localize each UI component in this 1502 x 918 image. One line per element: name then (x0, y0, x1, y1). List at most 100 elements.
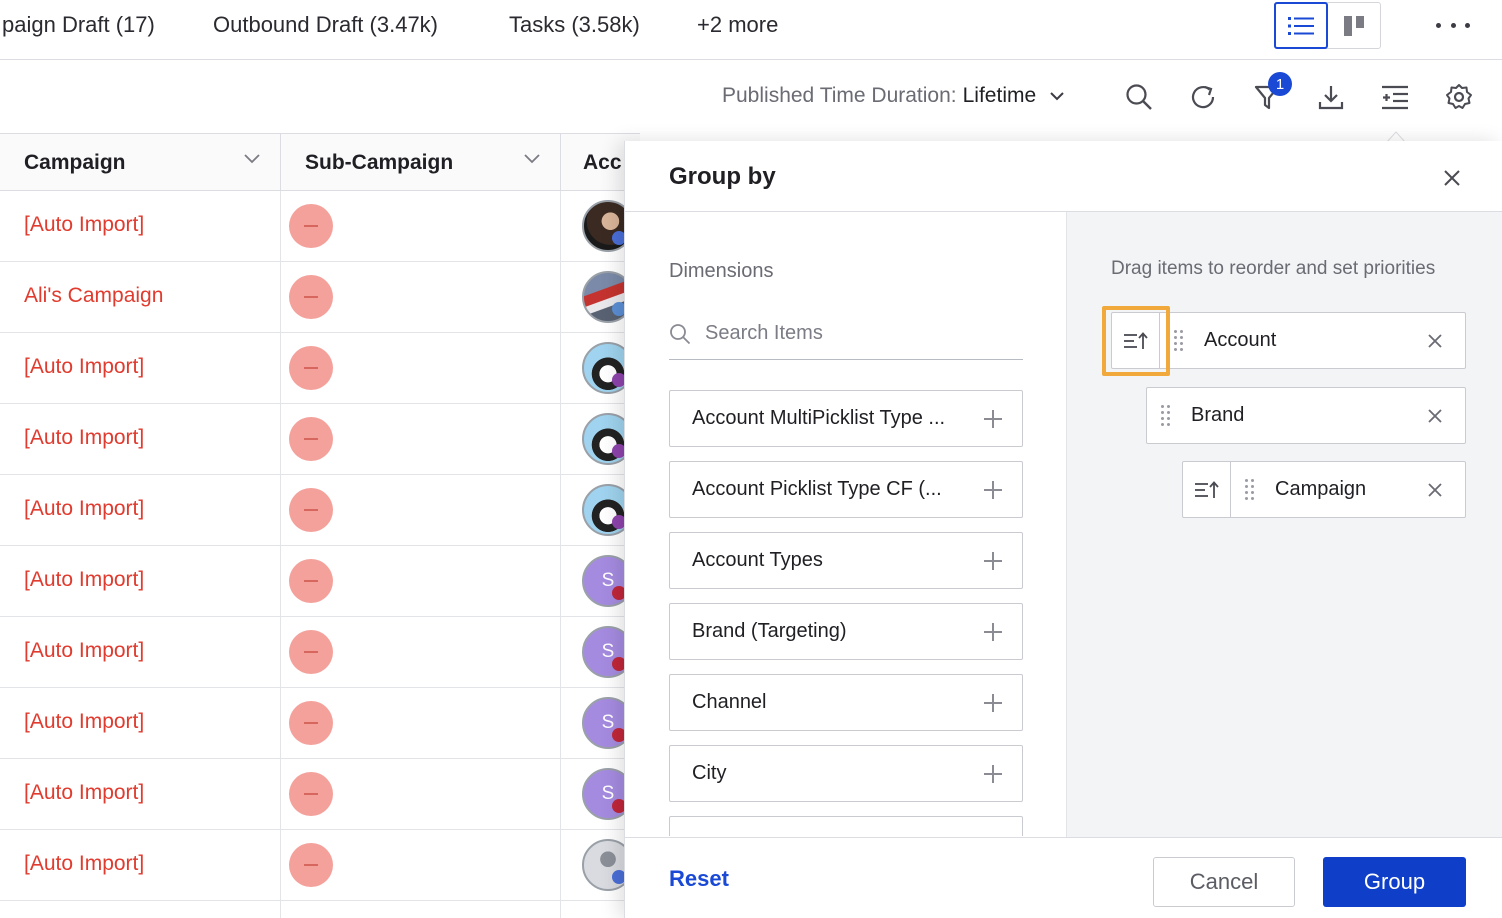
table-row[interactable]: [Auto Import] (0, 333, 640, 404)
kanban-view-button[interactable] (1328, 3, 1380, 48)
search-input[interactable]: Search Items (669, 308, 1023, 360)
group-by-icon[interactable] (1379, 81, 1411, 113)
table-row[interactable]: [Auto Import] (0, 191, 640, 262)
sort-ascending-icon[interactable] (1183, 462, 1231, 517)
plus-icon[interactable] (984, 693, 1002, 712)
group-item-label: Brand (1191, 404, 1245, 426)
plus-icon[interactable] (984, 480, 1002, 499)
plus-icon[interactable] (984, 551, 1002, 570)
table-row[interactable]: [Auto Import] S (0, 617, 640, 688)
remove-icon[interactable] (1425, 406, 1445, 426)
tab-campaign-draft[interactable]: paign Draft (17) (2, 12, 155, 38)
tab-tasks[interactable]: Tasks (3.58k) (509, 12, 640, 38)
sub-campaign-empty-pill (289, 488, 333, 532)
cancel-button[interactable]: Cancel (1153, 857, 1295, 907)
remove-icon[interactable] (1425, 331, 1445, 351)
dimension-item[interactable]: Account Types (669, 532, 1023, 589)
filter-count-badge: 1 (1268, 72, 1292, 96)
campaign-link[interactable]: [Auto Import] (24, 639, 144, 663)
dimensions-pane: Dimensions Search Items Account MultiPic… (625, 212, 1066, 837)
kanban-icon (1343, 15, 1364, 36)
tab-outbound-draft[interactable]: Outbound Draft (3.47k) (213, 12, 438, 38)
campaign-link[interactable]: [Auto Import] (24, 213, 144, 237)
panel-footer: Reset Cancel Group (625, 837, 1502, 918)
dimension-item[interactable]: Account MultiPicklist Type ... (669, 390, 1023, 447)
settings-icon[interactable] (1443, 81, 1475, 113)
sub-campaign-empty-pill (289, 701, 333, 745)
duration-dropdown[interactable]: Published Time Duration: Lifetime (722, 84, 1064, 108)
dimension-item[interactable]: Channel (669, 674, 1023, 731)
campaign-link[interactable]: Ali's Campaign (24, 284, 163, 308)
table-header: Campaign Sub-Campaign Acc (0, 133, 640, 191)
sub-campaign-empty-pill (289, 843, 333, 887)
refresh-icon[interactable] (1187, 81, 1219, 113)
table-row[interactable]: [Auto Import] (0, 404, 640, 475)
campaign-link[interactable]: [Auto Import] (24, 497, 144, 521)
drag-handle-icon[interactable] (1161, 404, 1171, 427)
campaign-link[interactable]: [Auto Import] (24, 355, 144, 379)
plus-icon[interactable] (984, 409, 1002, 428)
plus-icon[interactable] (984, 622, 1002, 641)
table-row[interactable]: [Auto Import] S (0, 759, 640, 830)
chevron-down-icon[interactable] (524, 154, 540, 164)
campaign-link[interactable]: [Auto Import] (24, 781, 144, 805)
campaign-link[interactable]: [Auto Import] (24, 852, 144, 876)
column-header-sub-campaign[interactable]: Sub-Campaign (281, 134, 561, 191)
table-row[interactable]: [Auto Import] (0, 475, 640, 546)
dimension-item[interactable] (669, 816, 1023, 836)
dimension-label: Account MultiPicklist Type ... (692, 407, 946, 429)
group-button[interactable]: Group (1323, 857, 1466, 907)
dimension-item[interactable]: Account Picklist Type CF (... (669, 461, 1023, 518)
dimension-item[interactable]: City (669, 745, 1023, 802)
dimension-item[interactable]: Brand (Targeting) (669, 603, 1023, 660)
drag-handle-icon[interactable] (1174, 329, 1184, 352)
highlight-box (1102, 306, 1170, 376)
table-row[interactable]: [Auto Import] (0, 830, 640, 901)
dimension-list: Account MultiPicklist Type ... Account Pi… (669, 390, 1023, 836)
view-toggle (1274, 2, 1381, 49)
campaign-link[interactable]: [Auto Import] (24, 710, 144, 734)
tab-bar: paign Draft (17) Outbound Draft (3.47k) … (0, 0, 1502, 60)
sub-campaign-empty-pill (289, 772, 333, 816)
campaign-table: Campaign Sub-Campaign Acc [Auto Import] A… (0, 133, 640, 918)
remove-icon[interactable] (1425, 480, 1445, 500)
dimension-label: Account Picklist Type CF (... (692, 478, 942, 500)
close-icon[interactable] (1439, 165, 1465, 191)
chevron-down-icon[interactable] (244, 154, 260, 164)
dimension-label: Channel (692, 691, 767, 713)
duration-value: Lifetime (962, 84, 1037, 107)
table-row[interactable]: [Auto Import] S (0, 688, 640, 759)
search-placeholder: Search Items (705, 322, 823, 344)
sub-campaign-empty-pill (289, 204, 333, 248)
dimension-label: Brand (Targeting) (692, 620, 847, 642)
campaign-link[interactable]: [Auto Import] (24, 426, 144, 450)
plus-icon[interactable] (984, 764, 1002, 783)
search-icon[interactable] (1123, 81, 1155, 113)
sub-campaign-empty-pill (289, 630, 333, 674)
column-header-campaign[interactable]: Campaign (0, 134, 281, 191)
list-view-button[interactable] (1274, 2, 1328, 49)
group-item-label: Campaign (1275, 478, 1367, 500)
sub-campaign-empty-pill (289, 346, 333, 390)
campaign-link[interactable]: [Auto Import] (24, 568, 144, 592)
group-item-label: Account (1204, 329, 1277, 351)
table-row[interactable]: Ali's Campaign (0, 262, 640, 333)
dimension-label: City (692, 762, 727, 784)
tab-more[interactable]: +2 more (697, 12, 778, 38)
search-icon (670, 323, 691, 344)
list-icon (1287, 16, 1314, 35)
download-icon[interactable] (1315, 81, 1347, 113)
more-options-icon[interactable] (1436, 12, 1470, 38)
reset-button[interactable]: Reset (669, 866, 729, 892)
drag-hint: Drag items to reorder and set priorities (1111, 258, 1436, 279)
drag-handle-icon[interactable] (1245, 478, 1255, 501)
group-by-panel: Group by Dimensions Search Items Account… (624, 141, 1502, 918)
group-item-campaign[interactable]: Campaign (1182, 461, 1466, 518)
sub-campaign-empty-pill (289, 417, 333, 461)
table-row[interactable]: [Auto Import] S (0, 546, 640, 617)
dimension-label: Account Types (692, 549, 823, 571)
dimensions-label: Dimensions (669, 260, 774, 282)
group-item-brand[interactable]: Brand (1146, 387, 1466, 444)
duration-label: Published Time Duration: (722, 84, 957, 107)
panel-header: Group by (625, 141, 1502, 212)
